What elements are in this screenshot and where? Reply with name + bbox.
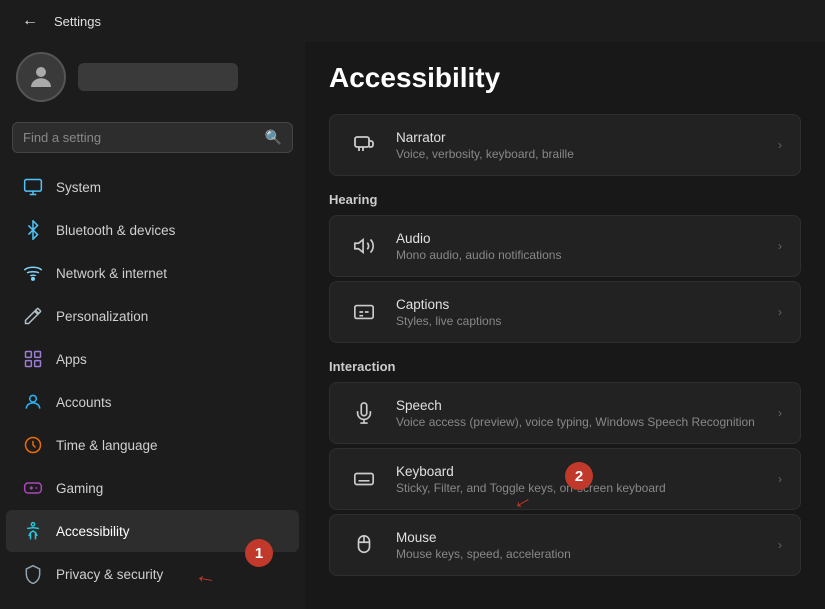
captions-chevron: › bbox=[778, 305, 782, 319]
sidebar-label-personalization: Personalization bbox=[56, 309, 148, 324]
sections-container: Hearing Audio Mono audio, audio notifica… bbox=[329, 192, 801, 576]
section-label-1: Interaction bbox=[329, 359, 801, 374]
audio-title: Audio bbox=[396, 231, 561, 246]
speech-chevron: › bbox=[778, 406, 782, 420]
narrator-chevron: › bbox=[778, 138, 782, 152]
mouse-title: Mouse bbox=[396, 530, 571, 545]
audio-icon bbox=[348, 230, 380, 262]
bluetooth-icon bbox=[22, 219, 44, 241]
network-icon bbox=[22, 262, 44, 284]
audio-chevron: › bbox=[778, 239, 782, 253]
mouse-chevron: › bbox=[778, 538, 782, 552]
narrator-icon bbox=[348, 129, 380, 161]
sidebar: 🔍 System Bluetooth & devices Network & i… bbox=[0, 42, 305, 609]
sidebar-label-bluetooth: Bluetooth & devices bbox=[56, 223, 175, 238]
content-area: Accessibility Narrator Voice, verbosity,… bbox=[305, 42, 825, 609]
sidebar-label-system: System bbox=[56, 180, 101, 195]
captions-text: Captions Styles, live captions bbox=[396, 297, 501, 328]
sidebar-item-system[interactable]: System bbox=[6, 166, 299, 208]
narrator-title: Narrator bbox=[396, 130, 574, 145]
sidebar-label-network: Network & internet bbox=[56, 266, 167, 281]
mouse-desc: Mouse keys, speed, acceleration bbox=[396, 547, 571, 561]
time-icon bbox=[22, 434, 44, 456]
mouse-text: Mouse Mouse keys, speed, acceleration bbox=[396, 530, 571, 561]
sidebar-label-gaming: Gaming bbox=[56, 481, 103, 496]
search-icon: 🔍 bbox=[265, 129, 282, 146]
avatar bbox=[16, 52, 66, 102]
keyboard-chevron: › bbox=[778, 472, 782, 486]
sidebar-item-personalization[interactable]: Personalization bbox=[6, 295, 299, 337]
speech-title: Speech bbox=[396, 398, 755, 413]
narrator-text: Narrator Voice, verbosity, keyboard, bra… bbox=[396, 130, 574, 161]
keyboard-title: Keyboard bbox=[396, 464, 666, 479]
user-profile[interactable] bbox=[0, 42, 305, 118]
page-title: Accessibility bbox=[329, 62, 801, 94]
captions-desc: Styles, live captions bbox=[396, 314, 501, 328]
annotation-2: 2 bbox=[565, 462, 593, 490]
accounts-icon bbox=[22, 391, 44, 413]
card-audio[interactable]: Audio Mono audio, audio notifications › bbox=[329, 215, 801, 277]
narrator-card[interactable]: Narrator Voice, verbosity, keyboard, bra… bbox=[329, 114, 801, 176]
sidebar-item-gaming[interactable]: Gaming bbox=[6, 467, 299, 509]
sidebar-label-accessibility: Accessibility bbox=[56, 524, 130, 539]
sidebar-label-time: Time & language bbox=[56, 438, 158, 453]
gaming-icon bbox=[22, 477, 44, 499]
sidebar-item-accounts[interactable]: Accounts bbox=[6, 381, 299, 423]
speech-text: Speech Voice access (preview), voice typ… bbox=[396, 398, 755, 429]
sidebar-item-network[interactable]: Network & internet bbox=[6, 252, 299, 294]
apps-icon bbox=[22, 348, 44, 370]
sidebar-item-bluetooth[interactable]: Bluetooth & devices bbox=[6, 209, 299, 251]
sidebar-item-apps[interactable]: Apps bbox=[6, 338, 299, 380]
captions-title: Captions bbox=[396, 297, 501, 312]
keyboard-icon bbox=[348, 463, 380, 495]
mouse-icon bbox=[348, 529, 380, 561]
back-button[interactable]: ← bbox=[16, 8, 44, 34]
main-layout: 🔍 System Bluetooth & devices Network & i… bbox=[0, 42, 825, 609]
keyboard-text: Keyboard Sticky, Filter, and Toggle keys… bbox=[396, 464, 666, 495]
titlebar-title: Settings bbox=[54, 14, 101, 29]
card-mouse[interactable]: Mouse Mouse keys, speed, acceleration › bbox=[329, 514, 801, 576]
user-avatar-icon bbox=[26, 62, 56, 92]
personalization-icon bbox=[22, 305, 44, 327]
search-input[interactable] bbox=[23, 130, 257, 145]
system-icon bbox=[22, 176, 44, 198]
audio-desc: Mono audio, audio notifications bbox=[396, 248, 561, 262]
nav-items: System Bluetooth & devices Network & int… bbox=[0, 165, 305, 596]
sidebar-label-privacy: Privacy & security bbox=[56, 567, 163, 582]
annotation-1-arrow: ← bbox=[193, 561, 219, 590]
card-captions[interactable]: Captions Styles, live captions › bbox=[329, 281, 801, 343]
keyboard-desc: Sticky, Filter, and Toggle keys, on-scre… bbox=[396, 481, 666, 495]
sidebar-label-apps: Apps bbox=[56, 352, 87, 367]
section-label-0: Hearing bbox=[329, 192, 801, 207]
sidebar-item-time[interactable]: Time & language bbox=[6, 424, 299, 466]
speech-icon bbox=[348, 397, 380, 429]
user-name-block bbox=[78, 63, 238, 91]
speech-desc: Voice access (preview), voice typing, Wi… bbox=[396, 415, 755, 429]
search-bar[interactable]: 🔍 bbox=[12, 122, 293, 153]
accessibility-icon bbox=[22, 520, 44, 542]
narrator-desc: Voice, verbosity, keyboard, braille bbox=[396, 147, 574, 161]
titlebar: ← Settings bbox=[0, 0, 825, 42]
annotation-1: 1 bbox=[245, 539, 273, 567]
privacy-icon bbox=[22, 563, 44, 585]
audio-text: Audio Mono audio, audio notifications bbox=[396, 231, 561, 262]
sidebar-label-accounts: Accounts bbox=[56, 395, 112, 410]
captions-icon bbox=[348, 296, 380, 328]
card-speech[interactable]: Speech Voice access (preview), voice typ… bbox=[329, 382, 801, 444]
